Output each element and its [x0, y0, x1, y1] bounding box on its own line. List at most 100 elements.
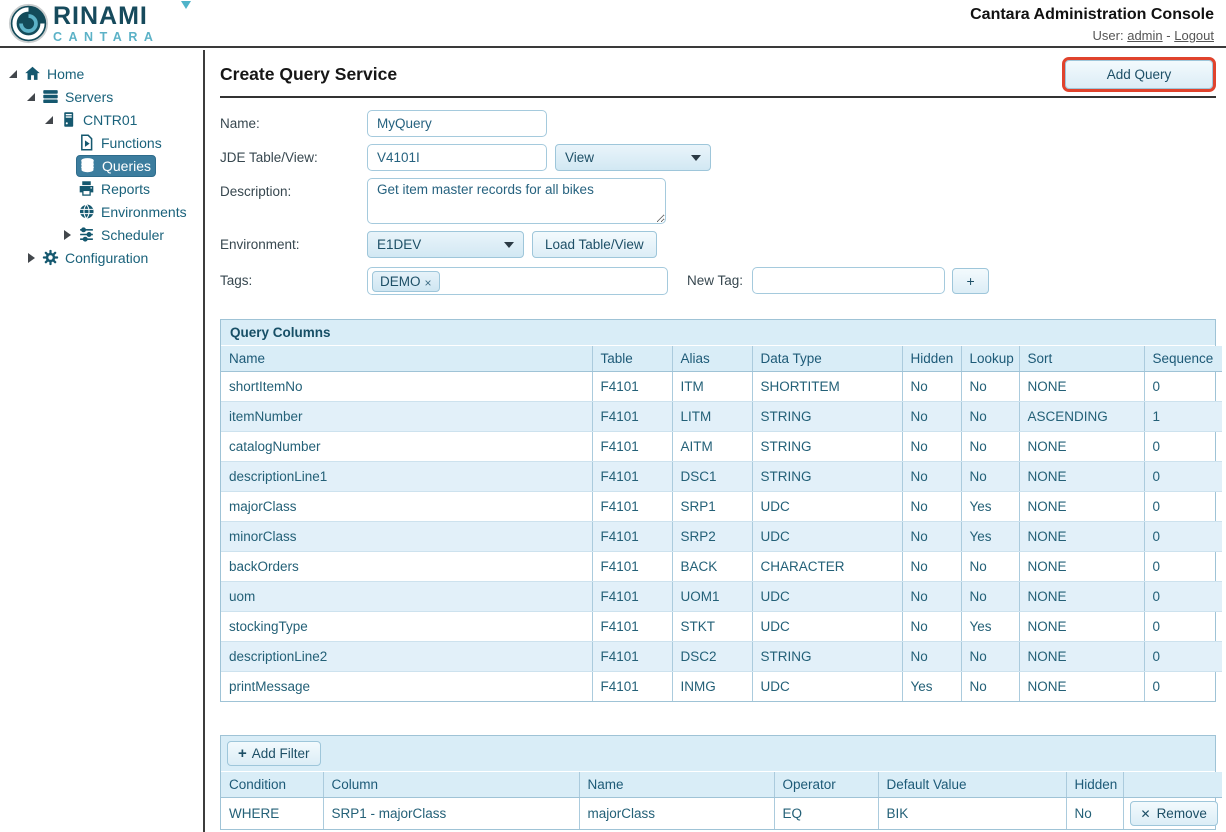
- column-header: Lookup: [961, 346, 1020, 372]
- add-filter-button[interactable]: + Add Filter: [227, 741, 321, 766]
- collapse-arrow-icon[interactable]: [26, 92, 40, 102]
- table-cell: ITM: [672, 371, 753, 402]
- description-textarea[interactable]: Get item master records for all bikes: [367, 178, 666, 224]
- console-title: Cantara Administration Console: [970, 6, 1214, 23]
- sidebar-item-reports[interactable]: Reports: [0, 177, 203, 200]
- column-header: [1123, 772, 1222, 798]
- add-query-button[interactable]: Add Query: [1062, 57, 1216, 92]
- arrow-spacer: [62, 207, 76, 217]
- user-label: User:: [1092, 28, 1124, 43]
- expand-arrow-icon[interactable]: [26, 252, 40, 263]
- table-cell: stockingType: [221, 611, 593, 642]
- column-header: Name: [579, 772, 775, 798]
- environment-select[interactable]: E1DEV: [367, 231, 524, 258]
- table-cell: No: [961, 461, 1020, 492]
- server-icon: [60, 111, 79, 129]
- logo-secondary-text: CANTARA: [53, 29, 160, 44]
- table-cell: F4101: [592, 521, 673, 552]
- top-header: RINAMI CANTARA Cantara Administration Co…: [0, 0, 1226, 48]
- description-label: Description:: [220, 184, 292, 199]
- sidebar-item-functions[interactable]: Functions: [0, 131, 203, 154]
- table-cell: UDC: [752, 521, 903, 552]
- add-tag-button[interactable]: +: [952, 268, 990, 294]
- chevron-down-icon: [504, 241, 514, 248]
- servers-icon: [42, 88, 61, 106]
- sidebar-item-scheduler[interactable]: Scheduler: [0, 223, 203, 246]
- table-cell: STRING: [752, 431, 903, 462]
- table-cell: No: [902, 521, 962, 552]
- jde-table-view-input[interactable]: [367, 144, 547, 171]
- table-cell: ASCENDING: [1019, 401, 1145, 432]
- tags-label: Tags:: [220, 273, 253, 288]
- table-cell: NONE: [1019, 581, 1145, 612]
- scheduler-icon: [78, 226, 97, 244]
- configuration-icon: [42, 249, 61, 267]
- home-icon: [24, 65, 43, 83]
- table-cell: 0: [1144, 371, 1222, 402]
- plus-icon: +: [238, 745, 247, 762]
- tag-chip-label: DEMO: [380, 273, 421, 289]
- filter-row: WHERE SRP1 - majorClass majorClass EQ BIK No ✕…: [221, 797, 1222, 830]
- user-line: User: admin - Logout: [970, 28, 1214, 43]
- table-cell: 0: [1144, 551, 1222, 582]
- table-cell: No: [902, 491, 962, 522]
- table-cell: F4101: [592, 671, 673, 701]
- column-header: Condition: [221, 772, 324, 798]
- table-cell: No: [961, 371, 1020, 402]
- table-cell: SRP1 - majorClass: [323, 797, 580, 829]
- query-column-row: majorClass F4101 SRP1 UDC No Yes NONE 0: [221, 491, 1222, 522]
- column-header: Hidden: [902, 346, 962, 372]
- sidebar-item-environments[interactable]: Environments: [0, 200, 203, 223]
- tag-chip: DEMO ×: [372, 270, 440, 292]
- table-cell: Yes: [961, 491, 1020, 522]
- table-cell: DSC2: [672, 641, 753, 672]
- table-cell: AITM: [672, 431, 753, 462]
- query-columns-panel: Query Columns Name Table Alias Data Type Hid…: [220, 319, 1222, 702]
- query-column-row: catalogNumber F4101 AITM STRING No No NONE 0: [221, 431, 1222, 462]
- collapse-arrow-icon[interactable]: [44, 115, 58, 125]
- table-type-select[interactable]: View: [555, 144, 711, 171]
- collapse-arrow-icon[interactable]: [8, 69, 22, 79]
- table-cell: No: [902, 401, 962, 432]
- environments-icon: [78, 203, 97, 221]
- column-header: Column: [323, 772, 580, 798]
- name-input[interactable]: [367, 110, 547, 137]
- column-header: Alias: [672, 346, 753, 372]
- table-cell: NONE: [1019, 551, 1145, 582]
- table-cell: 0: [1144, 491, 1222, 522]
- table-cell: descriptionLine2: [221, 641, 593, 672]
- table-cell: F4101: [592, 461, 673, 492]
- sidebar-item-label: Servers: [65, 88, 114, 105]
- expand-arrow-icon[interactable]: [62, 229, 76, 240]
- table-cell: 0: [1144, 611, 1222, 642]
- new-tag-input[interactable]: [752, 267, 946, 294]
- table-cell: No: [902, 641, 962, 672]
- table-cell: No: [1066, 797, 1124, 829]
- environment-label: Environment:: [220, 237, 300, 252]
- query-columns-title: Query Columns: [221, 320, 1215, 346]
- query-column-row: minorClass F4101 SRP2 UDC No Yes NONE 0: [221, 521, 1222, 552]
- column-header: Table: [592, 346, 673, 372]
- table-cell: No: [902, 581, 962, 612]
- tag-remove-icon[interactable]: ×: [425, 276, 432, 290]
- table-cell: descriptionLine1: [221, 461, 593, 492]
- table-cell: No: [902, 461, 962, 492]
- sidebar-item-configuration[interactable]: Configuration: [0, 246, 203, 269]
- table-cell: No: [961, 431, 1020, 462]
- user-link[interactable]: admin: [1127, 28, 1162, 43]
- tags-input[interactable]: DEMO ×: [367, 267, 668, 295]
- filter-action-cell: ✕ Remove: [1123, 798, 1222, 830]
- sidebar-item-queries[interactable]: Queries: [0, 154, 203, 177]
- sidebar-item-cntr01[interactable]: CNTR01: [0, 108, 203, 131]
- logo-accent-triangle-icon: [181, 0, 191, 9]
- sidebar-item-home[interactable]: Home: [0, 62, 203, 85]
- remove-filter-button[interactable]: ✕ Remove: [1129, 801, 1218, 826]
- table-cell: NONE: [1019, 461, 1145, 492]
- table-cell: No: [902, 371, 962, 402]
- sidebar-item-label: Environments: [101, 203, 187, 220]
- logo-primary-text: RINAMI: [53, 1, 148, 30]
- sidebar-item-servers[interactable]: Servers: [0, 85, 203, 108]
- load-table-view-button[interactable]: Load Table/View: [532, 231, 657, 258]
- table-cell: SHORTITEM: [752, 371, 903, 402]
- logout-link[interactable]: Logout: [1174, 28, 1214, 43]
